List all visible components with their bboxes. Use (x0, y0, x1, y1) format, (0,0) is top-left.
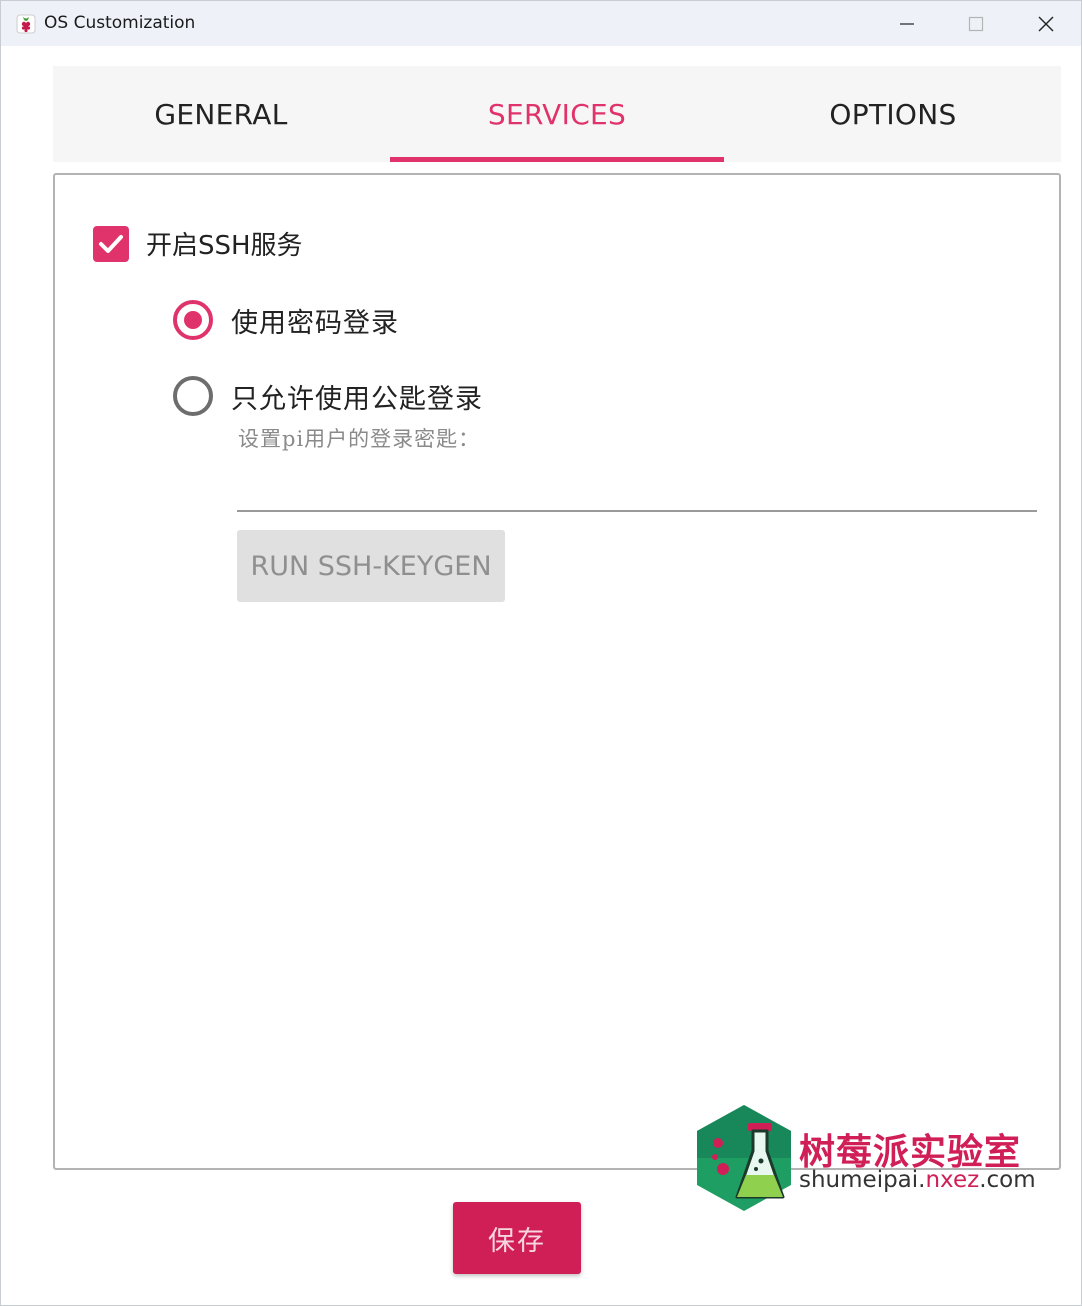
tab-options[interactable]: OPTIONS (725, 66, 1061, 162)
lab-flask-logo-icon (697, 1105, 791, 1211)
pubkey-auth-radio[interactable] (173, 376, 213, 416)
enable-ssh-checkbox[interactable] (93, 226, 129, 262)
close-button[interactable] (1011, 1, 1081, 46)
save-button[interactable]: 保存 (453, 1202, 581, 1274)
minimize-icon (900, 22, 914, 25)
run-ssh-keygen-button[interactable]: RUN SSH-KEYGEN (237, 530, 505, 602)
password-auth-radio[interactable] (173, 300, 213, 340)
watermark: 树莓派实验室 shumeipai.nxez.com (697, 1105, 1037, 1211)
watermark-url-suffix: .com (979, 1167, 1036, 1193)
tab-bar: GENERAL SERVICES OPTIONS (53, 66, 1061, 162)
password-auth-label[interactable]: 使用密码登录 (231, 301, 399, 340)
watermark-url: shumeipai.nxez.com (799, 1167, 1036, 1193)
maximize-icon (968, 16, 984, 31)
authorized-keys-field[interactable] (237, 457, 1037, 512)
radio-selected-dot (184, 311, 202, 329)
enable-ssh-label[interactable]: 开启SSH服务 (146, 225, 303, 262)
raspberry-pi-icon (15, 13, 37, 35)
window-title: OS Customization (44, 13, 196, 33)
maximize-button[interactable] (941, 1, 1011, 46)
title-bar[interactable]: OS Customization (1, 1, 1081, 46)
os-customization-window: OS Customization GENERAL SERVICES OPTION… (0, 0, 1082, 1306)
tab-services[interactable]: SERVICES (390, 66, 724, 162)
close-icon (1038, 16, 1054, 31)
minimize-button[interactable] (872, 1, 942, 46)
tab-general[interactable]: GENERAL (53, 66, 389, 162)
watermark-url-accent: nxez (925, 1167, 980, 1193)
checkmark-icon (99, 235, 123, 253)
pubkey-auth-label[interactable]: 只允许使用公匙登录 (231, 377, 483, 416)
authorized-keys-hint: 设置pi用户的登录密匙： (238, 427, 481, 451)
active-tab-indicator (390, 157, 724, 162)
watermark-url-prefix: shumeipai. (799, 1167, 926, 1193)
